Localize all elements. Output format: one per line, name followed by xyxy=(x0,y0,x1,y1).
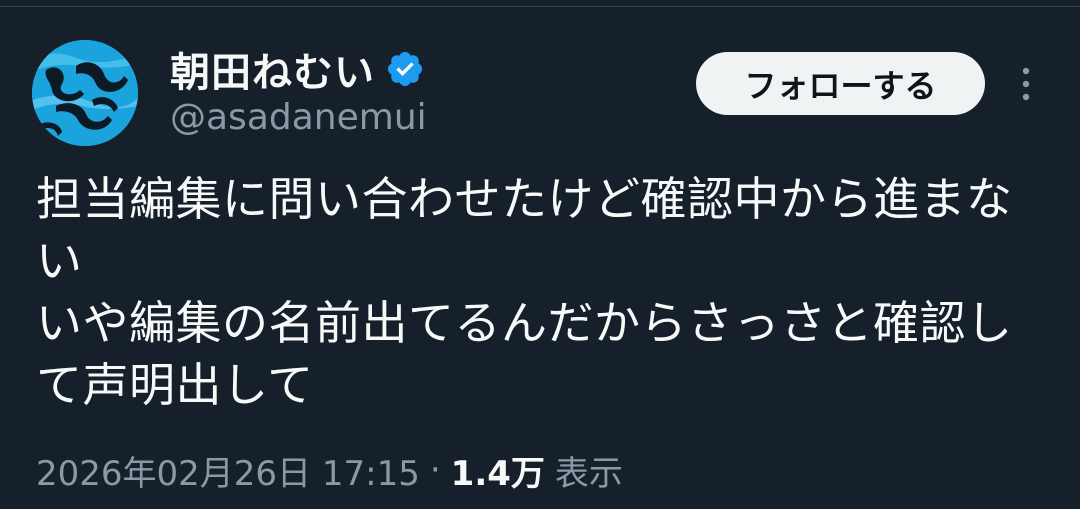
author-name-row: 朝田ねむい xyxy=(170,40,425,98)
view-count: 1.4万 xyxy=(450,453,545,494)
author-handle[interactable]: @asadanemui xyxy=(170,97,427,138)
tweet-meta: 2026年02月26日 17:15 · 1.4万 表示 xyxy=(36,444,623,496)
author-display-name[interactable]: 朝田ねむい xyxy=(170,40,375,98)
more-options-icon[interactable] xyxy=(1008,62,1044,106)
tweet-timestamp[interactable]: 2026年02月26日 17:15 xyxy=(36,446,420,495)
tweet-text: 担当編集に問い合わせたけど確認中から進まない いや編集の名前出てるんだからさっさ… xyxy=(36,172,1013,412)
author-avatar[interactable] xyxy=(32,40,138,146)
views-label: 表示 xyxy=(554,453,623,494)
avatar-image xyxy=(32,40,138,146)
top-divider xyxy=(0,0,1080,7)
follow-button[interactable]: フォローする xyxy=(696,52,985,115)
vertical-dots-icon xyxy=(1022,67,1030,101)
meta-separator: · xyxy=(429,450,441,490)
verified-badge-icon xyxy=(387,51,423,87)
